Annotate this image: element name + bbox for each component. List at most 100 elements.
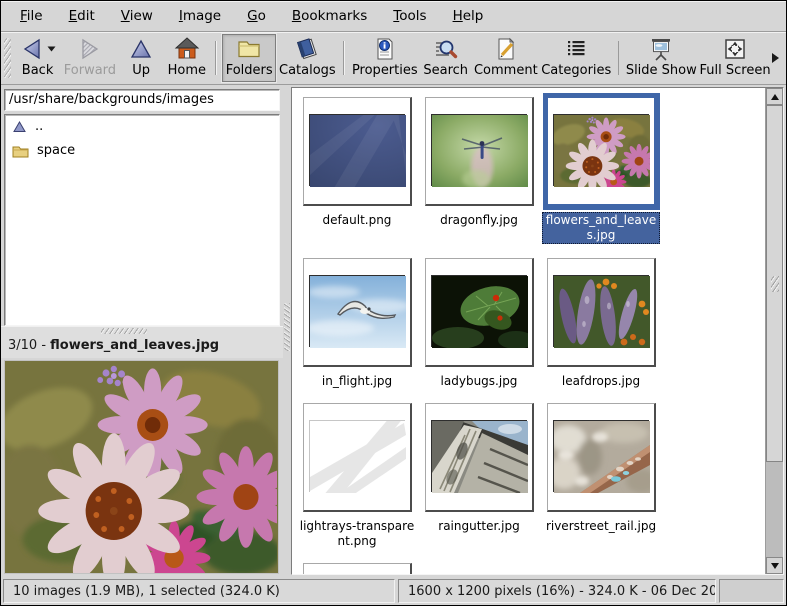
horizontal-splitter-handle[interactable] [101, 328, 147, 334]
scrollbar-grip-icon [771, 276, 779, 292]
statusbar-file-summary: 10 images (1.9 MB), 1 selected (324.0 K) [3, 579, 395, 603]
thumbnail-frame [303, 258, 412, 367]
image-filename: in_flight.jpg [298, 374, 416, 389]
image-card[interactable]: raingutter.jpg [420, 403, 538, 549]
scroll-up-icon [771, 94, 779, 100]
home-label: Home [168, 63, 206, 78]
fullscreen-icon [722, 36, 748, 62]
comment-button[interactable]: Comment [472, 34, 540, 82]
image-filename: riverstreet_rail.jpg [542, 519, 660, 534]
book-icon [294, 36, 320, 62]
forward-arrow-icon [77, 36, 103, 62]
thumbnail-grid: default.png dragonfly.jpg flowers_and_le… [292, 88, 765, 574]
image-card[interactable]: dragonfly.jpg [420, 97, 538, 244]
image-card[interactable]: lightrays-transparent.png [298, 403, 416, 549]
thumbnail-frame [303, 563, 412, 574]
folders-button[interactable]: Folders [222, 34, 276, 82]
properties-button[interactable]: Properties [350, 34, 419, 82]
menu-bookmarks[interactable]: Bookmarks [279, 2, 380, 30]
menu-edit[interactable]: Edit [56, 2, 108, 30]
thumbnail-scrollbar [765, 88, 783, 574]
image-card[interactable]: default.png [298, 97, 416, 244]
selected-filename: flowers_and_leaves.jpg [50, 338, 219, 353]
scrollbar-thumb[interactable] [766, 105, 783, 462]
thumbnail-frame [425, 97, 534, 206]
preview-status-text: 3/10 - flowers_and_leaves.jpg [8, 338, 219, 353]
search-label: Search [423, 63, 468, 78]
comment-label: Comment [474, 63, 538, 78]
toolbar-separator [618, 41, 620, 75]
slideshow-label: Slide Show [626, 63, 697, 78]
fullscreen-button[interactable]: Full Screen [698, 34, 772, 82]
menu-help[interactable]: Help [440, 2, 497, 30]
search-icon [433, 36, 459, 62]
image-card[interactable]: leafdrops.jpg [542, 258, 660, 389]
folder-item-parent[interactable]: .. [5, 115, 279, 139]
scrollbar-track[interactable] [766, 105, 783, 557]
location-input[interactable] [4, 89, 280, 111]
menu-file[interactable]: File [7, 2, 56, 30]
main-area: .. space 3/10 - flowers_and_leaves.jpg [1, 85, 786, 577]
search-button[interactable]: Search [420, 34, 472, 82]
back-dropdown-icon[interactable] [47, 46, 56, 52]
toolbar-drag-handle[interactable] [4, 38, 11, 78]
folder-tree: .. space [4, 114, 280, 326]
scrollbar-down-button[interactable] [766, 557, 783, 574]
image-filename: default.png [298, 213, 416, 228]
folder-item-space[interactable]: space [5, 139, 279, 163]
categories-label: Categories [541, 63, 611, 78]
vertical-splitter-handle[interactable] [284, 303, 290, 351]
thumbnail-frame [303, 403, 412, 512]
thumbnail-frame [547, 403, 656, 512]
image-filename: raingutter.jpg [420, 519, 538, 534]
gthumb-window: File Edit View Image Go Bookmarks Tools … [0, 0, 787, 606]
catalogs-label: Catalogs [279, 63, 336, 78]
back-button[interactable]: Back [15, 34, 61, 82]
thumbnail-frame [547, 97, 656, 206]
categories-button[interactable]: Categories [540, 34, 613, 82]
categories-icon [563, 36, 589, 62]
image-card-partial[interactable] [303, 563, 412, 574]
menu-view[interactable]: View [108, 2, 166, 30]
statusbar-filler [719, 579, 784, 603]
forward-label: Forward [64, 63, 116, 78]
back-label: Back [22, 63, 54, 78]
menu-tools[interactable]: Tools [380, 2, 439, 30]
statusbar-image-info: 1600 x 1200 pixels (16%) - 324.0 K - 06 … [398, 579, 716, 603]
fullscreen-label: Full Screen [700, 63, 771, 78]
image-index: 3/10 - [8, 338, 50, 353]
image-filename: lightrays-transparent.png [298, 519, 416, 549]
up-button[interactable]: Up [119, 34, 163, 82]
menubar: File Edit View Image Go Bookmarks Tools … [1, 1, 786, 32]
toolbar-separator [215, 41, 217, 75]
toolbar-overflow-icon[interactable] [772, 53, 779, 63]
image-card-selected[interactable]: flowers_and_leaves.jpg [542, 97, 660, 244]
home-button[interactable]: Home [163, 34, 210, 82]
preview-status: 3/10 - flowers_and_leaves.jpg [1, 326, 283, 358]
image-filename: leafdrops.jpg [542, 374, 660, 389]
parent-folder-icon [12, 120, 27, 134]
image-card[interactable]: riverstreet_rail.jpg [542, 403, 660, 549]
image-filename: ladybugs.jpg [420, 374, 538, 389]
image-card[interactable]: ladybugs.jpg [420, 258, 538, 389]
vertical-splitter[interactable] [283, 85, 291, 577]
up-arrow-icon [128, 36, 154, 62]
catalogs-button[interactable]: Catalogs [276, 34, 338, 82]
slideshow-button[interactable]: Slide Show [624, 34, 698, 82]
folder-icon [236, 36, 262, 62]
statusbar-right-text: 1600 x 1200 pixels (16%) - 324.0 K - 06 … [408, 584, 716, 599]
comment-icon [493, 36, 519, 62]
folder-item-label: .. [35, 119, 43, 134]
home-icon [174, 36, 200, 62]
location-bar [1, 85, 283, 113]
preview-box [1, 358, 283, 578]
image-card[interactable]: in_flight.jpg [298, 258, 416, 389]
image-filename: dragonfly.jpg [420, 213, 538, 228]
menu-image[interactable]: Image [166, 2, 234, 30]
folders-label: Folders [226, 63, 273, 78]
toolbar: Back Forward Up [1, 32, 786, 85]
scrollbar-up-button[interactable] [766, 88, 783, 105]
slideshow-icon [648, 36, 674, 62]
properties-icon [372, 36, 398, 62]
menu-go[interactable]: Go [234, 2, 279, 30]
